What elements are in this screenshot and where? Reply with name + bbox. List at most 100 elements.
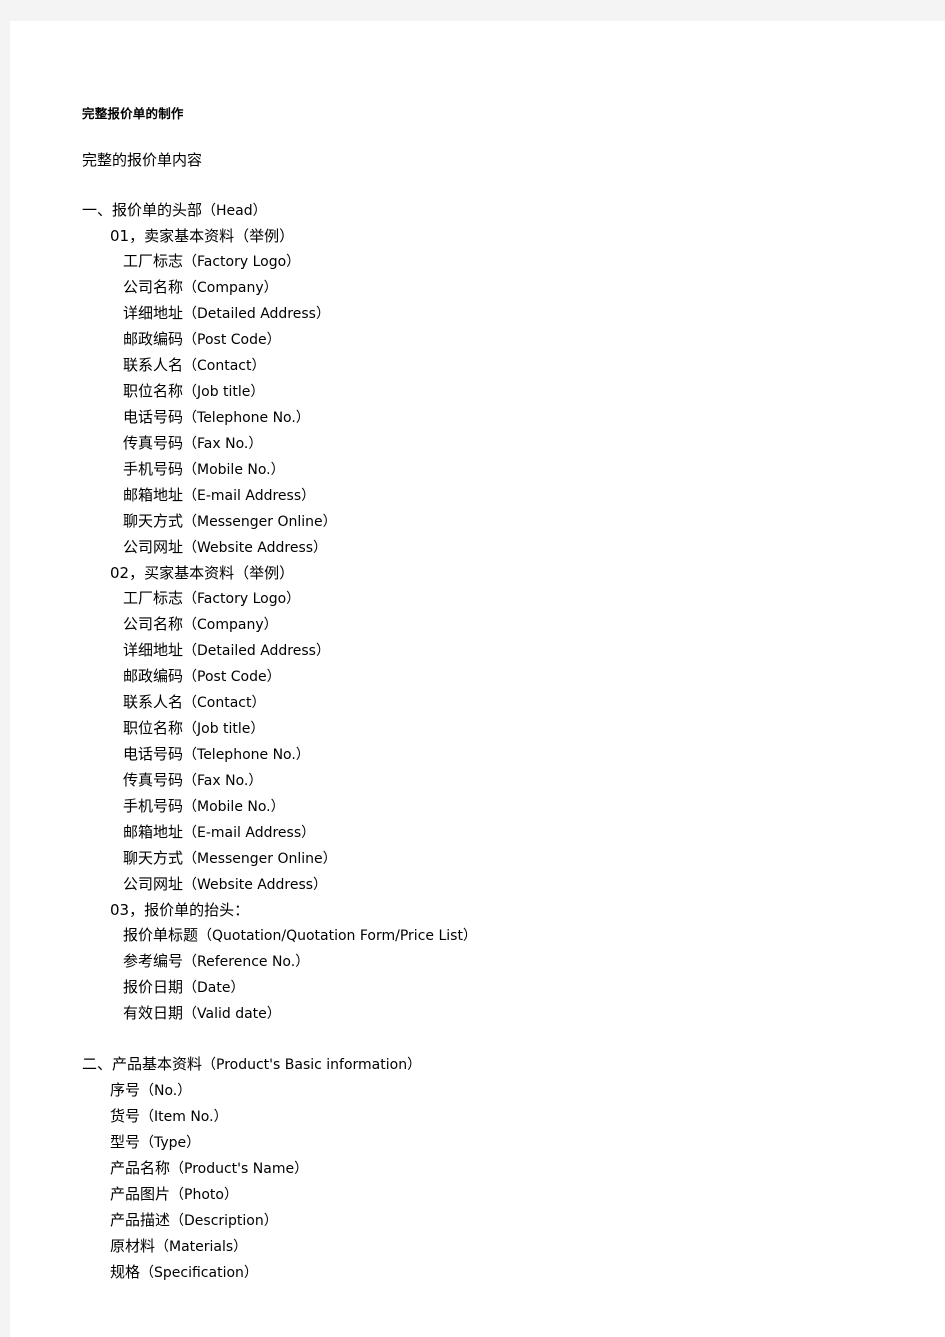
list-item-label-cjk: 邮政编码 [123,330,184,348]
list-item-label-cjk: 产品名称 [110,1159,171,1177]
list-item-label-cjk: 有效日期 [123,1004,184,1022]
list-item-label-cjk: 参考编号 [123,952,184,970]
list-item-label-en: （Telephone No.） [183,747,310,763]
list-item-label-en: （Photo） [170,1187,238,1203]
list-item-label-cjk: 邮箱地址 [123,823,184,841]
list-item-label-en: （Fax No.） [183,436,263,452]
list-item: 型号（Type） [110,1130,925,1156]
list-item: 工厂标志（Factory Logo） [123,249,925,275]
list-item-label-cjk: 详细地址 [123,304,184,322]
list-item: 公司名称（Company） [123,275,925,301]
list-item-label-en: （Messenger Online） [183,851,337,867]
list-item-label-en: （Contact） [183,695,266,711]
document-page: 完整报价单的制作 完整的报价单内容 一、报价单的头部（Head） 01，卖家基本资… [10,21,945,1337]
list-item-label-en: （Website Address） [183,877,328,893]
list-item: 产品名称（Product's Name） [110,1156,925,1182]
list-item-label-en: （Mobile No.） [183,799,285,815]
list-item-label-cjk: 职位名称 [123,382,184,400]
list-item-label-en: （Date） [183,980,245,996]
list-item: 聊天方式（Messenger Online） [123,509,925,535]
list-item: 公司网址（Website Address） [123,535,925,561]
list-item-label-en: （Website Address） [183,540,328,556]
list-item-label-en: （Post Code） [183,332,281,348]
list-item-label-cjk: 职位名称 [123,719,184,737]
list-item: 传真号码（Fax No.） [123,431,925,457]
section-heading: 一、报价单的头部（Head） [82,198,925,224]
list-item-label-cjk: 聊天方式 [123,849,184,867]
list-item-label-en: （Detailed Address） [183,306,330,322]
list-item-label-en: （Detailed Address） [183,643,330,659]
list-item-label-en: （Reference No.） [183,954,310,970]
list-item: 报价日期（Date） [123,975,925,1001]
list-item-label-en: （Company） [183,280,278,296]
list-item: 联系人名（Contact） [123,690,925,716]
list-item-label-cjk: 传真号码 [123,771,184,789]
section-heading-cjk: 一、报价单的头部 [82,201,203,219]
list-item: 手机号码（Mobile No.） [123,457,925,483]
list-item-label-en: （Quotation/Quotation Form/Price List） [198,928,477,944]
group-heading: 02，买家基本资料（举例） [110,561,925,586]
list-item: 手机号码（Mobile No.） [123,794,925,820]
list-item-label-cjk: 公司网址 [123,875,184,893]
list-item-label-en: （Factory Logo） [183,254,301,270]
list-item: 公司网址（Website Address） [123,872,925,898]
list-item-label-en: （Type） [140,1135,201,1151]
list-item-label-cjk: 手机号码 [123,460,184,478]
list-item: 邮政编码（Post Code） [123,664,925,690]
list-item-label-en: （No.） [140,1083,192,1099]
list-item-label-cjk: 联系人名 [123,693,184,711]
list-item-label-cjk: 联系人名 [123,356,184,374]
section-heading: 二、产品基本资料（Product's Basic information） [82,1052,925,1078]
list-item-label-en: （Contact） [183,358,266,374]
list-item-label-cjk: 公司名称 [123,615,184,633]
list-item-label-cjk: 序号 [110,1081,141,1099]
list-item-label-cjk: 邮政编码 [123,667,184,685]
list-item-label-cjk: 规格 [110,1263,141,1281]
list-item-label-en: （Telephone No.） [183,410,310,426]
list-item-label-cjk: 产品描述 [110,1211,171,1229]
list-item-label-cjk: 邮箱地址 [123,486,184,504]
document-subtitle: 完整的报价单内容 [82,151,203,169]
list-item: 原材料（Materials） [110,1234,925,1260]
list-item: 详细地址（Detailed Address） [123,638,925,664]
list-item: 产品描述（Description） [110,1208,925,1234]
group-heading-cjk: 02，买家基本资料 [110,564,235,582]
list-item: 邮箱地址（E-mail Address） [123,820,925,846]
list-item-label-cjk: 电话号码 [123,745,184,763]
list-item-label-cjk: 公司网址 [123,538,184,556]
group-heading-en: （举例） [234,227,295,245]
list-item-label-en: （Mobile No.） [183,462,285,478]
list-item: 工厂标志（Factory Logo） [123,586,925,612]
section-heading-en: （Product's Basic information） [202,1057,422,1073]
list-item-label-cjk: 聊天方式 [123,512,184,530]
list-item: 序号（No.） [110,1078,925,1104]
list-item-label-cjk: 工厂标志 [123,589,184,607]
list-item: 聊天方式（Messenger Online） [123,846,925,872]
list-item-label-cjk: 手机号码 [123,797,184,815]
section-heading-en: （Head） [202,203,267,219]
list-item: 有效日期（Valid date） [123,1001,925,1027]
list-item-label-cjk: 报价日期 [123,978,184,996]
group-heading: 01，卖家基本资料（举例） [110,224,925,249]
list-item-label-en: （Post Code） [183,669,281,685]
list-item-label-en: （Messenger Online） [183,514,337,530]
list-item: 产品图片（Photo） [110,1182,925,1208]
list-item-label-en: （Company） [183,617,278,633]
group-heading-cjk: 01，卖家基本资料 [110,227,235,245]
list-item-label-cjk: 原材料 [110,1237,156,1255]
list-item-label-cjk: 工厂标志 [123,252,184,270]
title-spacer [72,126,925,148]
list-item-label-cjk: 公司名称 [123,278,184,296]
list-item-label-en: （Product's Name） [170,1161,309,1177]
list-item: 联系人名（Contact） [123,353,925,379]
list-item: 邮政编码（Post Code） [123,327,925,353]
group-heading-en: （举例） [234,564,295,582]
list-item-label-en: （Job title） [183,721,265,737]
list-item: 邮箱地址（E-mail Address） [123,483,925,509]
group-heading-cjk: 03，报价单的抬头： [110,901,250,919]
list-item: 货号（Item No.） [110,1104,925,1130]
page-title: 完整报价单的制作 [82,106,184,121]
list-item-label-en: （Materials） [155,1239,248,1255]
list-item: 职位名称（Job title） [123,379,925,405]
